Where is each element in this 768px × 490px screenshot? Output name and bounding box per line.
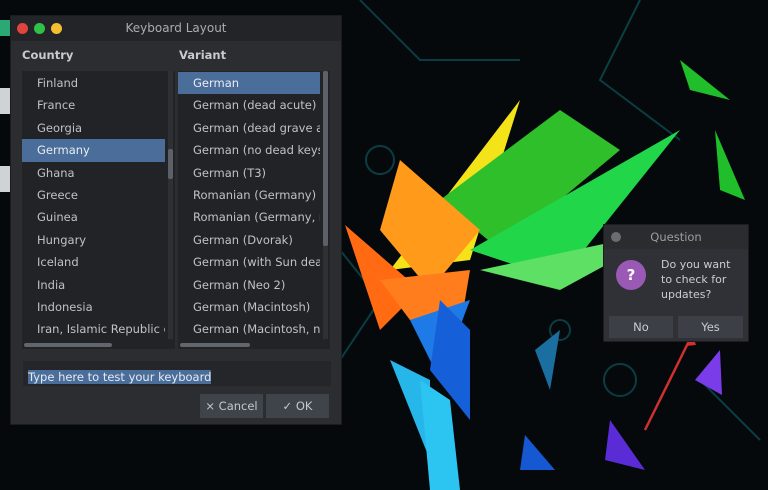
list-item[interactable]: Hungary	[22, 229, 165, 251]
list-item[interactable]: Iran, Islamic Republic of	[22, 318, 165, 340]
variant-hscrollbar[interactable]	[180, 343, 250, 347]
variant-label: Variant	[179, 48, 227, 62]
list-item[interactable]: German	[178, 72, 320, 95]
list-item[interactable]: Finland	[22, 72, 165, 94]
list-item[interactable]: Germany	[22, 139, 165, 162]
list-item[interactable]: German (dead acute)	[178, 94, 320, 116]
list-item[interactable]: Romanian (Germany, no dead keys)	[178, 206, 320, 228]
country-label: Country	[22, 48, 74, 62]
question-title: Question	[650, 230, 702, 244]
list-item[interactable]: Georgia	[22, 117, 165, 139]
question-icon: ?	[616, 260, 646, 290]
list-item[interactable]: German (no dead keys)	[178, 139, 320, 161]
ok-button[interactable]: ✓ OK	[266, 394, 329, 418]
file-desktop-icon[interactable]	[0, 166, 10, 192]
list-item[interactable]: German (Macintosh, no dead keys)	[178, 318, 320, 340]
list-item[interactable]: German (Dvorak)	[178, 229, 320, 251]
list-item[interactable]: Romanian (Germany)	[178, 184, 320, 206]
list-item[interactable]: Indonesia	[22, 296, 165, 318]
cancel-button[interactable]: × Cancel	[200, 394, 263, 418]
no-button[interactable]: No	[609, 316, 673, 338]
keyboard-test-input[interactable]: Type here to test your keyboard	[23, 361, 331, 386]
list-item[interactable]: Ghana	[22, 162, 165, 184]
variant-scrollbar[interactable]	[323, 71, 328, 339]
list-item[interactable]: German (with Sun dead keys)	[178, 251, 320, 273]
question-message: Do you want to check for updates?	[661, 258, 731, 301]
annotation-arrow	[643, 334, 694, 431]
list-item[interactable]: German (Macintosh)	[178, 296, 320, 318]
country-scrollbar[interactable]	[168, 71, 173, 339]
list-item[interactable]: German (T3)	[178, 162, 320, 184]
list-item[interactable]: India	[22, 274, 165, 296]
list-item[interactable]: Greece	[22, 184, 165, 206]
variant-list[interactable]: German German (dead acute) German (dead gr…	[178, 71, 330, 349]
question-dialog: Question ? Do you want to check for upda…	[603, 224, 749, 342]
yes-button[interactable]: Yes	[678, 316, 743, 338]
title-bar[interactable]: Keyboard Layout	[11, 16, 341, 41]
list-item[interactable]: Iceland	[22, 251, 165, 273]
list-item[interactable]: France	[22, 94, 165, 116]
keyboard-layout-dialog: Keyboard Layout Country Variant Finland F…	[10, 15, 342, 425]
country-list[interactable]: Finland France Georgia Germany Ghana Greece Gu…	[22, 71, 175, 349]
window-title: Keyboard Layout	[125, 21, 227, 35]
home-desktop-icon[interactable]	[0, 20, 10, 36]
list-item[interactable]: German (dead grave acute)	[178, 117, 320, 139]
question-title-bar[interactable]: Question	[604, 225, 748, 249]
list-item[interactable]: German (Neo 2)	[178, 274, 320, 296]
list-item[interactable]: Guinea	[22, 206, 165, 228]
file-desktop-icon[interactable]	[0, 88, 10, 114]
country-hscrollbar[interactable]	[24, 343, 112, 347]
